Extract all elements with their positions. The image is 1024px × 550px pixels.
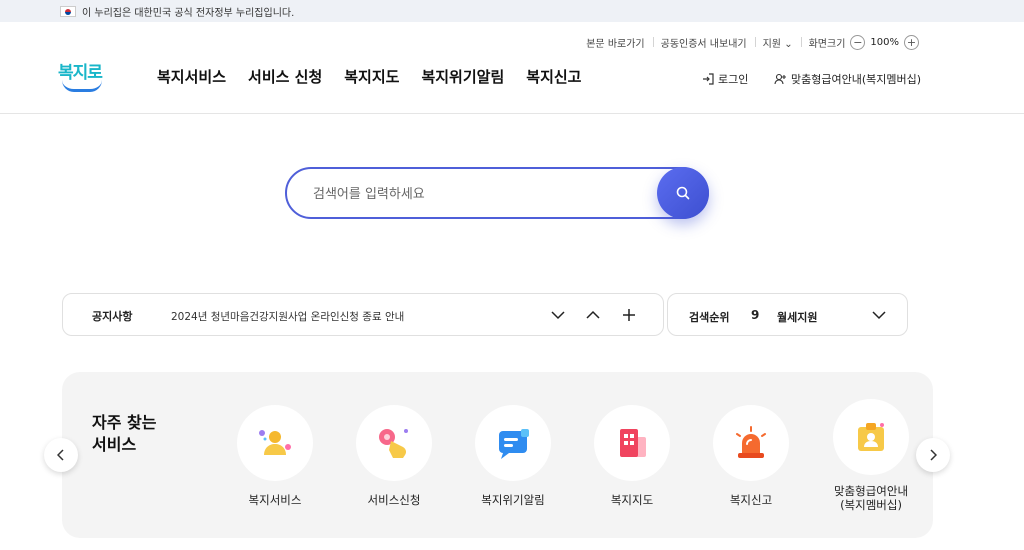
site-logo[interactable]: 복지로 [58, 58, 106, 94]
notice-more-button[interactable] [618, 304, 640, 326]
service-welfare-report[interactable]: 복지신고 [701, 405, 801, 507]
nav-item-welfare-report[interactable]: 복지신고 [526, 66, 581, 87]
service-welfare[interactable]: 복지서비스 [225, 405, 325, 507]
frequent-title-line1: 자주 찾는 [92, 413, 157, 432]
main-nav: 복지서비스 서비스 신청 복지지도 복지위기알림 복지신고 [157, 66, 581, 87]
login-label: 로그인 [718, 73, 749, 86]
zoom-out-button[interactable]: − [850, 35, 866, 50]
map-building-icon [620, 429, 646, 457]
language-dropdown[interactable]: 지원 ⌄ [754, 35, 801, 50]
frequent-title-line2: 서비스 [92, 435, 137, 454]
people-icon [259, 430, 291, 455]
service-label-line2: (복지멤버십) [840, 498, 902, 512]
search-input[interactable] [313, 183, 653, 205]
chevron-down-icon [551, 311, 565, 320]
hand-click-icon [379, 429, 408, 458]
logo-smile-icon [62, 80, 102, 92]
zoom-label: 화면크기 [808, 39, 846, 50]
message-icon [499, 429, 529, 459]
cert-export-link[interactable]: 공동인증서 내보내기 [652, 35, 755, 50]
utility-bar: 본문 바로가기 공동인증서 내보내기 지원 ⌄ 화면크기 − 100% + [578, 35, 932, 50]
notice-next-button[interactable] [547, 304, 569, 326]
header-divider [0, 113, 1024, 114]
rank-expand-button[interactable] [868, 304, 890, 326]
chevron-down-icon: ⌄ [784, 39, 793, 50]
service-apply[interactable]: 서비스신청 [344, 405, 444, 507]
service-label: 복지서비스 [248, 493, 302, 507]
search-icon [676, 186, 690, 200]
user-plus-icon [774, 73, 786, 85]
search-box [285, 167, 709, 219]
chevron-up-icon [586, 310, 600, 319]
nav-item-service-apply[interactable]: 서비스 신청 [248, 66, 322, 87]
carousel-next-button[interactable] [916, 438, 950, 472]
notice-bar: 공지사항 2024년 청년마음건강지원사업 온라인신청 종료 안내 [62, 293, 664, 336]
custom-benefit-label: 맞춤형급여안내(복지멤버십) [791, 73, 922, 86]
service-label-line1: 맞춤형급여안내 [833, 484, 909, 498]
zoom-control: 화면크기 − 100% + [800, 35, 932, 50]
chevron-left-icon [57, 449, 64, 461]
korea-flag-icon [60, 6, 76, 17]
search-button[interactable] [657, 167, 709, 219]
login-icon [703, 73, 714, 85]
service-icon-circle [237, 405, 313, 481]
service-icon-circle [475, 405, 551, 481]
search-rank-bar: 검색순위 9 월세지원 [667, 293, 908, 336]
gov-banner: 이 누리집은 대한민국 공식 전자정부 누리집입니다. [0, 0, 1024, 22]
gov-banner-text: 이 누리집은 대한민국 공식 전자정부 누리집입니다. [82, 8, 295, 19]
rank-number: 9 [751, 308, 760, 322]
custom-benefit-link[interactable]: 맞춤형급여안내(복지멤버십) [774, 71, 921, 87]
chevron-down-icon [872, 311, 886, 320]
service-icon-circle [833, 399, 909, 475]
zoom-value: 100% [870, 37, 899, 48]
nav-item-welfare-map[interactable]: 복지지도 [344, 66, 399, 87]
service-label: 복지신고 [729, 493, 773, 507]
plus-icon [623, 309, 635, 321]
zoom-in-button[interactable]: + [904, 35, 919, 50]
notice-prev-button[interactable] [582, 304, 604, 326]
frequent-services-title: 자주 찾는 서비스 [92, 412, 182, 456]
nav-item-welfare-service[interactable]: 복지서비스 [157, 66, 226, 87]
service-label: 복지지도 [610, 493, 654, 507]
notice-text[interactable]: 2024년 청년마음건강지원사업 온라인신청 종료 안내 [171, 309, 404, 324]
id-badge-icon [858, 423, 884, 451]
siren-icon [736, 426, 766, 458]
rank-label: 검색순위 [689, 311, 730, 324]
service-custom-benefit[interactable]: 맞춤형급여안내 (복지멤버십) [821, 399, 921, 512]
service-label: 맞춤형급여안내 (복지멤버십) [821, 484, 921, 512]
login-link[interactable]: 로그인 [702, 71, 748, 87]
service-icon-circle [594, 405, 670, 481]
service-icon-circle [356, 405, 432, 481]
language-label: 지원 [762, 39, 782, 50]
service-welfare-map[interactable]: 복지지도 [582, 405, 682, 507]
carousel-prev-button[interactable] [44, 438, 78, 472]
rank-keyword[interactable]: 월세지원 [777, 309, 817, 325]
chevron-right-icon [930, 449, 937, 461]
nav-item-crisis-alert[interactable]: 복지위기알림 [421, 66, 504, 87]
service-crisis-alert[interactable]: 복지위기알림 [463, 405, 563, 507]
skip-link[interactable]: 본문 바로가기 [578, 35, 652, 50]
service-icon-circle [713, 405, 789, 481]
service-label: 서비스신청 [367, 493, 421, 507]
service-label: 복지위기알림 [481, 493, 545, 507]
notice-label: 공지사항 [92, 310, 133, 323]
